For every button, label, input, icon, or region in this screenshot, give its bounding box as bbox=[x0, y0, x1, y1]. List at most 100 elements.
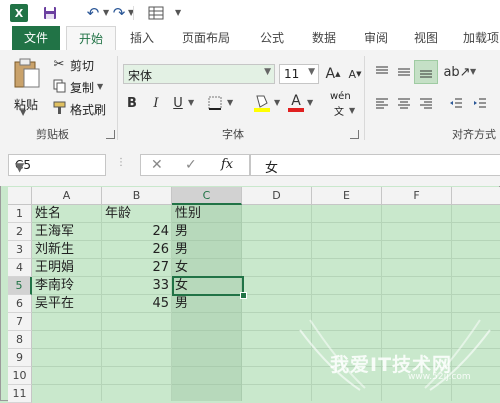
row-header-11[interactable]: 11 bbox=[8, 385, 32, 403]
enter-icon[interactable]: ✓ bbox=[185, 157, 197, 173]
tab-addins[interactable]: 加载项 bbox=[456, 26, 500, 50]
column-header-b[interactable]: B bbox=[102, 187, 172, 205]
row-header-6[interactable]: 6 bbox=[8, 295, 32, 313]
undo-icon[interactable]: ↶ bbox=[84, 4, 102, 22]
orientation-icon[interactable]: ab↗ bbox=[443, 62, 470, 82]
save-icon[interactable] bbox=[42, 4, 58, 22]
row-header-7[interactable]: 7 bbox=[8, 313, 32, 331]
tab-page-layout[interactable]: 页面布局 bbox=[170, 26, 242, 50]
align-right-icon[interactable] bbox=[416, 94, 436, 114]
insert-function-icon[interactable]: fx bbox=[221, 157, 233, 172]
cut-button[interactable]: 剪切 bbox=[70, 57, 94, 74]
align-center-icon[interactable] bbox=[394, 94, 414, 114]
form-icon[interactable] bbox=[148, 4, 164, 22]
row-header-1[interactable]: 1 bbox=[8, 205, 32, 223]
phonetic-dropdown-icon[interactable]: ▼ bbox=[349, 106, 355, 115]
cell-a3[interactable]: 刘新生 bbox=[35, 241, 74, 259]
grow-font-button[interactable]: A ▲ bbox=[324, 65, 342, 83]
tab-view[interactable]: 视图 bbox=[404, 26, 448, 50]
cell-b5[interactable]: 33 bbox=[102, 277, 169, 295]
align-bottom-icon[interactable] bbox=[414, 60, 438, 84]
column-header-e[interactable]: E bbox=[312, 187, 382, 205]
phonetic-button[interactable]: wén bbox=[330, 91, 351, 102]
column-header-f[interactable]: F bbox=[382, 187, 452, 205]
column-header-c[interactable]: C bbox=[172, 187, 242, 205]
column-header-g[interactable] bbox=[452, 187, 500, 205]
font-group-label: 字体 bbox=[222, 128, 244, 141]
column-header-a[interactable]: A bbox=[32, 187, 102, 205]
formula-input[interactable]: 女 bbox=[250, 154, 500, 176]
undo-dropdown-icon[interactable]: ▼ bbox=[103, 8, 109, 17]
font-color-dropdown-icon[interactable]: ▼ bbox=[307, 98, 313, 107]
fill-color-dropdown-icon[interactable]: ▼ bbox=[274, 98, 280, 107]
cell-c4[interactable]: 女 bbox=[175, 259, 188, 277]
border-dropdown-icon[interactable]: ▼ bbox=[227, 98, 233, 107]
tab-file[interactable]: 文件 bbox=[12, 26, 60, 50]
column-header-d[interactable]: D bbox=[242, 187, 312, 205]
cell-a4[interactable]: 王明娟 bbox=[35, 259, 74, 277]
cell-b4[interactable]: 27 bbox=[102, 259, 169, 277]
cell-c2[interactable]: 男 bbox=[175, 223, 188, 241]
paste-icon[interactable] bbox=[10, 56, 44, 90]
chevron-down-icon[interactable]: ▼ bbox=[15, 160, 102, 174]
row-header-2[interactable]: 2 bbox=[8, 223, 32, 241]
row-header-5[interactable]: 5 bbox=[8, 277, 32, 295]
tab-insert[interactable]: 插入 bbox=[120, 26, 164, 50]
tab-review[interactable]: 审阅 bbox=[354, 26, 398, 50]
bold-button[interactable]: B bbox=[124, 94, 140, 112]
cell-a5[interactable]: 李南玲 bbox=[35, 277, 74, 295]
cell-b2[interactable]: 24 bbox=[102, 223, 169, 241]
cut-icon[interactable]: ✂ bbox=[52, 56, 66, 72]
fill-color-icon[interactable] bbox=[252, 92, 272, 114]
cell-c6[interactable]: 男 bbox=[175, 295, 188, 313]
cell-a1[interactable]: 姓名 bbox=[35, 205, 61, 223]
paste-dropdown-icon[interactable]: ▼ bbox=[20, 108, 26, 117]
row-header-10[interactable]: 10 bbox=[8, 367, 32, 385]
border-icon[interactable] bbox=[206, 94, 224, 112]
align-top-icon[interactable] bbox=[372, 62, 392, 82]
underline-dropdown-icon[interactable]: ▼ bbox=[188, 98, 194, 107]
font-color-button[interactable]: A bbox=[287, 92, 305, 114]
cell-b1[interactable]: 年龄 bbox=[105, 205, 131, 223]
customize-icon[interactable]: ▼ bbox=[175, 8, 181, 17]
shrink-font-button[interactable]: A ▼ bbox=[346, 65, 364, 83]
orientation-dropdown-icon[interactable]: ▼ bbox=[470, 67, 476, 76]
cell-c1[interactable]: 性别 bbox=[175, 205, 201, 223]
redo-icon[interactable]: ↷ bbox=[110, 4, 128, 22]
cell-b3[interactable]: 26 bbox=[102, 241, 169, 259]
cell-a6[interactable]: 吴平在 bbox=[35, 295, 74, 313]
decrease-indent-icon[interactable] bbox=[446, 94, 466, 114]
row-header-8[interactable]: 8 bbox=[8, 331, 32, 349]
select-all-corner[interactable] bbox=[8, 187, 32, 205]
align-left-icon[interactable] bbox=[372, 94, 392, 114]
cell-b6[interactable]: 45 bbox=[102, 295, 169, 313]
row-header-9[interactable]: 9 bbox=[8, 349, 32, 367]
format-painter-button[interactable]: 格式刷 bbox=[70, 101, 106, 118]
italic-button[interactable]: I bbox=[148, 94, 164, 112]
row-header-3[interactable]: 3 bbox=[8, 241, 32, 259]
cell-c3[interactable]: 男 bbox=[175, 241, 188, 259]
row-header-4[interactable]: 4 bbox=[8, 259, 32, 277]
font-name-select[interactable]: 宋体 ▼ bbox=[123, 64, 275, 84]
tab-data[interactable]: 数据 bbox=[302, 26, 346, 50]
font-dialog-launcher-icon[interactable] bbox=[350, 130, 359, 139]
format-painter-icon[interactable] bbox=[52, 100, 66, 116]
tab-formulas[interactable]: 公式 bbox=[250, 26, 294, 50]
formula-bar: C5 ▼ ⋮ ✕ ✓ fx 女 bbox=[0, 146, 500, 186]
clipboard-dialog-launcher-icon[interactable] bbox=[106, 130, 115, 139]
name-box[interactable]: C5 ▼ bbox=[8, 154, 106, 176]
increase-indent-icon[interactable] bbox=[470, 94, 490, 114]
font-size-select[interactable]: 11 ▼ bbox=[279, 64, 319, 84]
copy-icon[interactable] bbox=[52, 78, 66, 94]
cancel-icon[interactable]: ✕ bbox=[151, 157, 163, 173]
tab-home[interactable]: 开始 bbox=[66, 26, 116, 51]
cell-a2[interactable]: 王海军 bbox=[35, 223, 74, 241]
align-middle-icon[interactable] bbox=[394, 62, 414, 82]
chevron-down-icon[interactable]: ▼ bbox=[308, 67, 315, 77]
copy-button[interactable]: 复制 bbox=[70, 79, 94, 96]
copy-dropdown-icon[interactable]: ▼ bbox=[97, 82, 103, 91]
fill-handle[interactable] bbox=[240, 292, 247, 299]
font-name-value: 宋体 bbox=[128, 69, 153, 83]
chevron-down-icon[interactable]: ▼ bbox=[264, 67, 271, 77]
underline-button[interactable]: U bbox=[170, 94, 186, 112]
